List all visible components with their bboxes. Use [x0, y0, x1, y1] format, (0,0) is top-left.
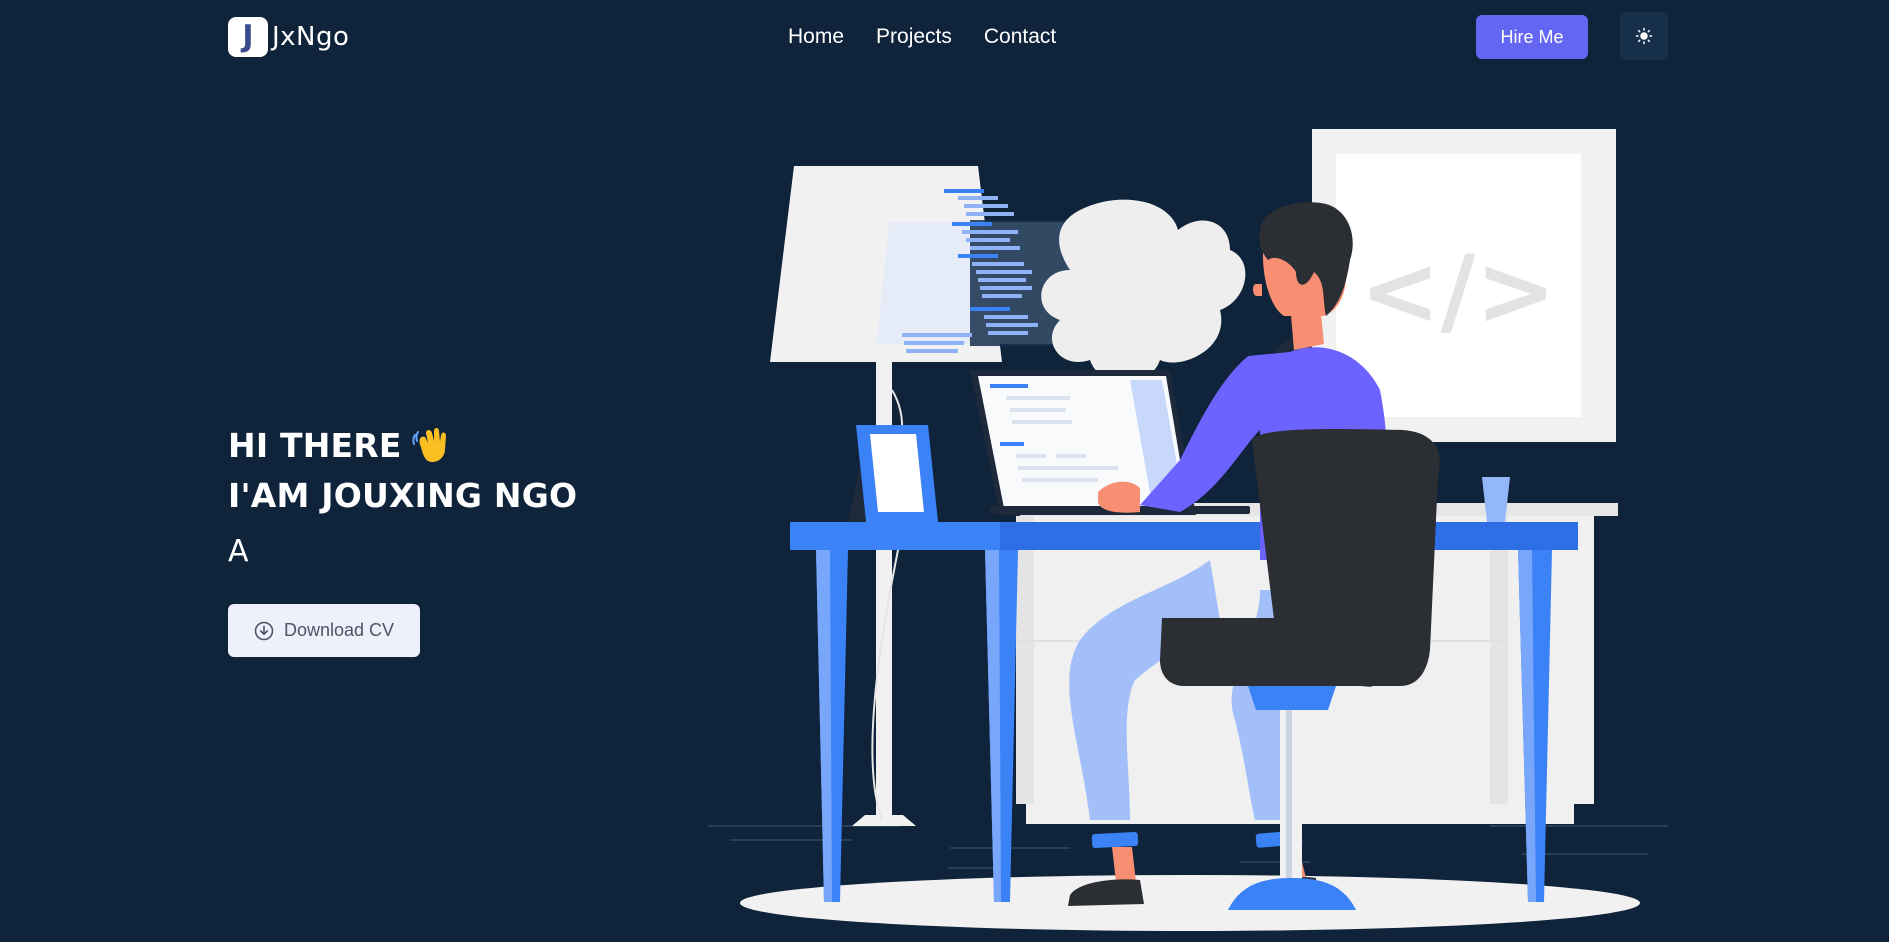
theme-toggle-button[interactable]	[1620, 12, 1668, 60]
nav-projects[interactable]: Projects	[876, 22, 952, 52]
download-circle-icon	[254, 621, 274, 640]
main-nav: Home Projects Contact	[788, 22, 1056, 52]
hero-greeting: HI THERE	[228, 426, 402, 465]
sun-icon	[1635, 27, 1653, 45]
nav-contact[interactable]: Contact	[984, 22, 1056, 52]
brand-name: JxNgo	[272, 22, 350, 52]
brand-badge-icon: J	[228, 17, 268, 57]
nav-home[interactable]: Home	[788, 22, 844, 52]
download-cv-button[interactable]: Download CV	[228, 604, 420, 657]
hero-headline: I'AM JOUXING NGO	[228, 476, 578, 515]
brand-logo[interactable]: J JxNgo	[228, 17, 349, 57]
code-symbol-text: </>	[1360, 235, 1556, 347]
hire-me-button[interactable]: Hire Me	[1476, 15, 1588, 59]
developer-at-desk-illustration: </>	[700, 120, 1680, 937]
waving-hand-icon	[411, 427, 450, 474]
download-cv-label: Download CV	[283, 620, 395, 640]
site-header: J JxNgo Home Projects Contact Hire Me	[0, 0, 1889, 74]
